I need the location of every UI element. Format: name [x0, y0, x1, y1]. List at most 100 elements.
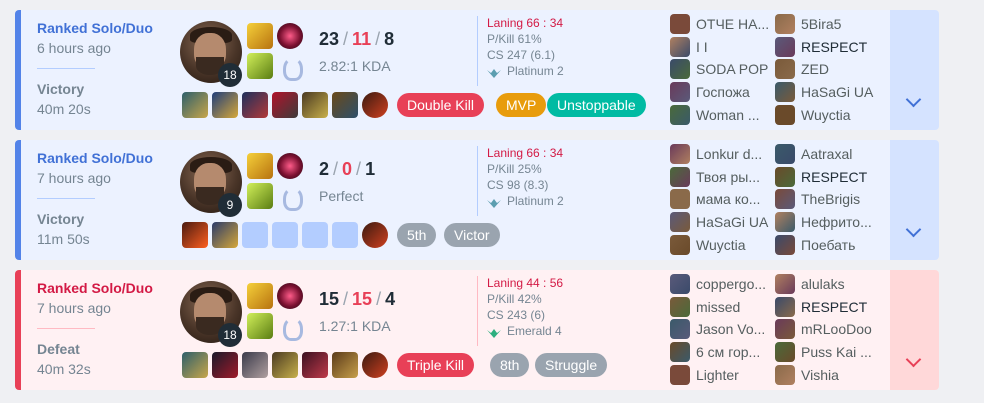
player-entry[interactable]: Lighter [670, 363, 778, 386]
match-row[interactable]: Ranked Solo/Duo 6 hours ago Victory 40m 20s… [15, 10, 939, 130]
player-name[interactable]: Твоя ры... [696, 169, 760, 185]
player-name[interactable]: Lonkur d... [696, 146, 762, 162]
ignite-spell-icon[interactable] [247, 53, 273, 79]
player-entry[interactable]: alulaks [775, 273, 883, 296]
player-entry[interactable]: Wuyctia [670, 233, 778, 256]
player-name[interactable]: mRLooDoo [801, 321, 872, 337]
empty-item-slot[interactable] [332, 222, 358, 248]
player-entry[interactable]: Твоя ры... [670, 166, 778, 189]
player-entry[interactable]: SODA POP [670, 58, 778, 81]
player-entry[interactable]: missed [670, 296, 778, 319]
player-name[interactable]: Vishia [801, 367, 839, 383]
item-icon[interactable] [362, 222, 388, 248]
player-name[interactable]: HaSaGi UA [801, 84, 873, 100]
player-name[interactable]: RESPECT [801, 169, 867, 185]
player-entry[interactable]: Woman ... [670, 103, 778, 126]
player-name[interactable]: HaSaGi UA [696, 214, 768, 230]
empty-item-slot[interactable] [272, 222, 298, 248]
player-name[interactable]: ZED [801, 61, 829, 77]
player-name[interactable]: Госпожа [696, 84, 750, 100]
item-icon[interactable] [272, 352, 298, 378]
player-name[interactable]: Поебать [801, 237, 855, 253]
player-entry[interactable]: Lonkur d... [670, 143, 778, 166]
player-name[interactable]: Wuyctia [696, 237, 746, 253]
item-icon[interactable] [242, 352, 268, 378]
player-name[interactable]: Puss Kai ... [801, 344, 872, 360]
player-name[interactable]: TheBrigis [801, 191, 860, 207]
player-entry[interactable]: TheBrigis [775, 188, 883, 211]
item-icon[interactable] [302, 352, 328, 378]
player-entry[interactable]: RESPECT [775, 36, 883, 59]
player-name[interactable]: I I [696, 39, 708, 55]
player-name[interactable]: Jason Vo... [696, 321, 765, 337]
item-icon[interactable] [212, 222, 238, 248]
secondary-rune-icon[interactable] [277, 313, 303, 341]
empty-item-slot[interactable] [242, 222, 268, 248]
player-name[interactable]: мама ко... [696, 191, 760, 207]
player-name[interactable]: RESPECT [801, 299, 867, 315]
match-row[interactable]: Ranked Solo/Duo 7 hours ago Victory 11m 50s… [15, 140, 939, 260]
player-entry[interactable]: 5Bira5 [775, 13, 883, 36]
empty-item-slot[interactable] [302, 222, 328, 248]
item-icon[interactable] [182, 222, 208, 248]
player-entry[interactable]: Jason Vo... [670, 318, 778, 341]
player-name[interactable]: coppergo... [696, 276, 766, 292]
player-entry[interactable]: coppergo... [670, 273, 778, 296]
player-entry[interactable]: HaSaGi UA [775, 81, 883, 104]
player-name[interactable]: Wuyctia [801, 107, 851, 123]
player-entry[interactable]: 6 см гор... [670, 341, 778, 364]
keystone-rune-icon[interactable] [277, 283, 303, 309]
player-name[interactable]: SODA POP [696, 61, 768, 77]
player-name[interactable]: Woman ... [696, 107, 760, 123]
player-entry[interactable]: мама ко... [670, 188, 778, 211]
item-icon[interactable] [212, 92, 238, 118]
player-entry[interactable]: Госпожа [670, 81, 778, 104]
flash-spell-icon[interactable] [247, 23, 273, 49]
item-icon[interactable] [362, 92, 388, 118]
expand-details-button[interactable] [890, 140, 939, 260]
player-entry[interactable]: Aatraxal [775, 143, 883, 166]
player-name[interactable]: alulaks [801, 276, 845, 292]
player-entry[interactable]: RESPECT [775, 296, 883, 319]
player-name[interactable]: ОТЧЕ НА... [696, 16, 769, 32]
item-icon[interactable] [332, 352, 358, 378]
player-entry[interactable]: Нефрито... [775, 211, 883, 234]
item-icon[interactable] [242, 92, 268, 118]
player-entry[interactable]: ОТЧЕ НА... [670, 13, 778, 36]
player-entry[interactable]: mRLooDoo [775, 318, 883, 341]
flash-spell-icon[interactable] [247, 283, 273, 309]
player-entry[interactable]: Puss Kai ... [775, 341, 883, 364]
ignite-spell-icon[interactable] [247, 183, 273, 209]
secondary-rune-icon[interactable] [277, 183, 303, 211]
player-name[interactable]: 5Bira5 [801, 16, 841, 32]
item-icon[interactable] [212, 352, 238, 378]
keystone-rune-icon[interactable] [277, 153, 303, 179]
kda-ratio: Perfect [319, 188, 364, 204]
player-entry[interactable]: I I [670, 36, 778, 59]
item-icon[interactable] [302, 92, 328, 118]
item-icon[interactable] [332, 92, 358, 118]
keystone-rune-icon[interactable] [277, 23, 303, 49]
secondary-rune-icon[interactable] [277, 53, 303, 81]
ignite-spell-icon[interactable] [247, 313, 273, 339]
player-entry[interactable]: Vishia [775, 363, 883, 386]
flash-spell-icon[interactable] [247, 153, 273, 179]
item-icon[interactable] [272, 92, 298, 118]
player-name[interactable]: Lighter [696, 367, 739, 383]
item-icon[interactable] [182, 352, 208, 378]
player-name[interactable]: RESPECT [801, 39, 867, 55]
player-entry[interactable]: HaSaGi UA [670, 211, 778, 234]
match-row[interactable]: Ranked Solo/Duo 7 hours ago Defeat 40m 32s 1… [15, 270, 939, 390]
item-icon[interactable] [182, 92, 208, 118]
player-name[interactable]: 6 см гор... [696, 344, 760, 360]
player-name[interactable]: Aatraxal [801, 146, 852, 162]
player-entry[interactable]: ZED [775, 58, 883, 81]
player-name[interactable]: Нефрито... [801, 214, 872, 230]
expand-details-button[interactable] [890, 10, 939, 130]
player-entry[interactable]: Wuyctia [775, 103, 883, 126]
player-entry[interactable]: Поебать [775, 233, 883, 256]
player-name[interactable]: missed [696, 299, 740, 315]
item-icon[interactable] [362, 352, 388, 378]
expand-details-button[interactable] [890, 270, 939, 390]
player-entry[interactable]: RESPECT [775, 166, 883, 189]
